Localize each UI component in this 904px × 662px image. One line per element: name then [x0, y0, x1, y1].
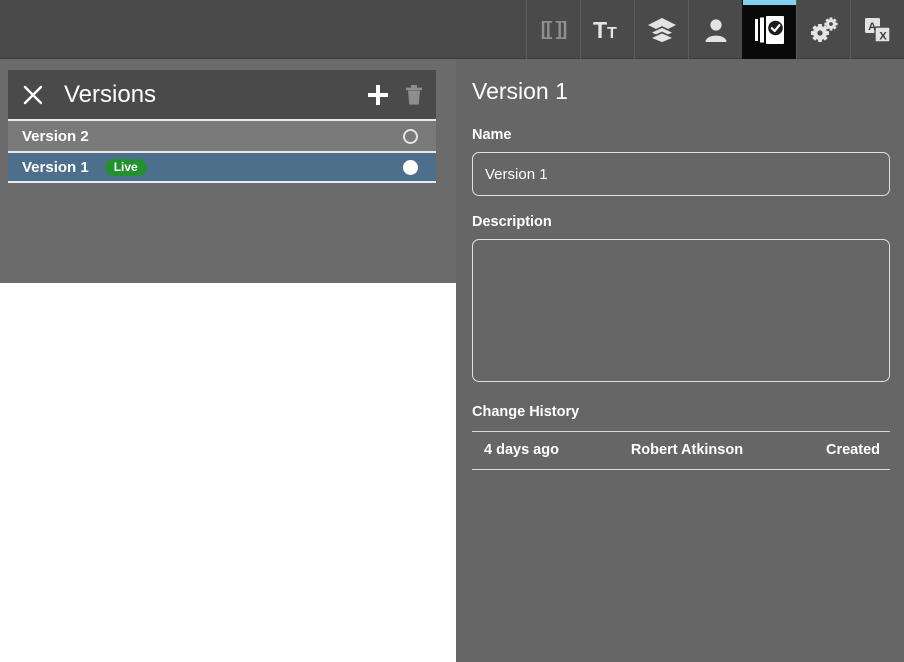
svg-text:T: T [607, 25, 617, 42]
placeholders-icon: [[ ]] [540, 19, 568, 40]
layers-icon-button[interactable] [634, 0, 688, 59]
version-list-item-1[interactable]: Version 1 Live [8, 151, 436, 183]
version-list-item-0[interactable]: Version 2 [8, 119, 436, 151]
versions-panel-title: Versions [64, 80, 157, 108]
layers-icon [647, 17, 676, 43]
history-user: Robert Atkinson [630, 431, 790, 470]
versions-panel: Versions Version 2 Version 1 Live [0, 59, 456, 283]
version-label: Version 2 [22, 127, 89, 145]
add-version-button[interactable] [366, 83, 390, 107]
change-history-table: 4 days ago Robert Atkinson Created [472, 431, 890, 470]
description-input[interactable] [472, 239, 890, 382]
toolbar-button-group: [[ ]] T T A X [526, 0, 904, 59]
version-label: Version 1 [22, 158, 89, 176]
table-row: 4 days ago Robert Atkinson Created [472, 431, 890, 470]
version-radio-selected[interactable] [403, 159, 418, 175]
name-input[interactable] [472, 152, 890, 196]
versions-card: Versions Version 2 Version 1 Live [8, 70, 436, 183]
svg-text:T: T [593, 17, 607, 43]
description-field-label: Description [472, 214, 552, 230]
live-status-badge: Live [104, 158, 147, 176]
settings-gears-icon-button[interactable] [796, 0, 850, 59]
history-date: 4 days ago [472, 431, 631, 470]
translate-icon-button[interactable]: A X [850, 0, 904, 59]
active-tab-accent-bar [743, 0, 796, 5]
svg-text:X: X [879, 30, 887, 42]
version-radio-unselected[interactable] [403, 128, 418, 144]
delete-version-button[interactable] [404, 84, 424, 106]
text-format-icon: T T [593, 17, 617, 43]
top-toolbar: [[ ]] T T A X [0, 0, 904, 59]
versions-icon-button[interactable] [742, 0, 796, 59]
change-history-label: Change History [472, 404, 580, 420]
detail-panel-title: Version 1 [472, 78, 568, 104]
placeholders-icon-button[interactable]: [[ ]] [526, 0, 580, 59]
svg-text:A: A [868, 21, 876, 33]
user-icon-button[interactable] [688, 0, 742, 59]
versions-icon [754, 15, 784, 44]
user-icon [705, 18, 726, 42]
name-field-label: Name [472, 127, 512, 143]
history-action: Created [789, 431, 890, 470]
version-detail-panel: Version 1 Name Description Change Histor… [456, 59, 904, 662]
translate-icon: A X [864, 17, 891, 43]
versions-panel-header: Versions [8, 70, 436, 119]
settings-gears-icon [810, 16, 838, 42]
close-icon[interactable] [22, 84, 44, 106]
text-format-icon-button[interactable]: T T [580, 0, 634, 59]
